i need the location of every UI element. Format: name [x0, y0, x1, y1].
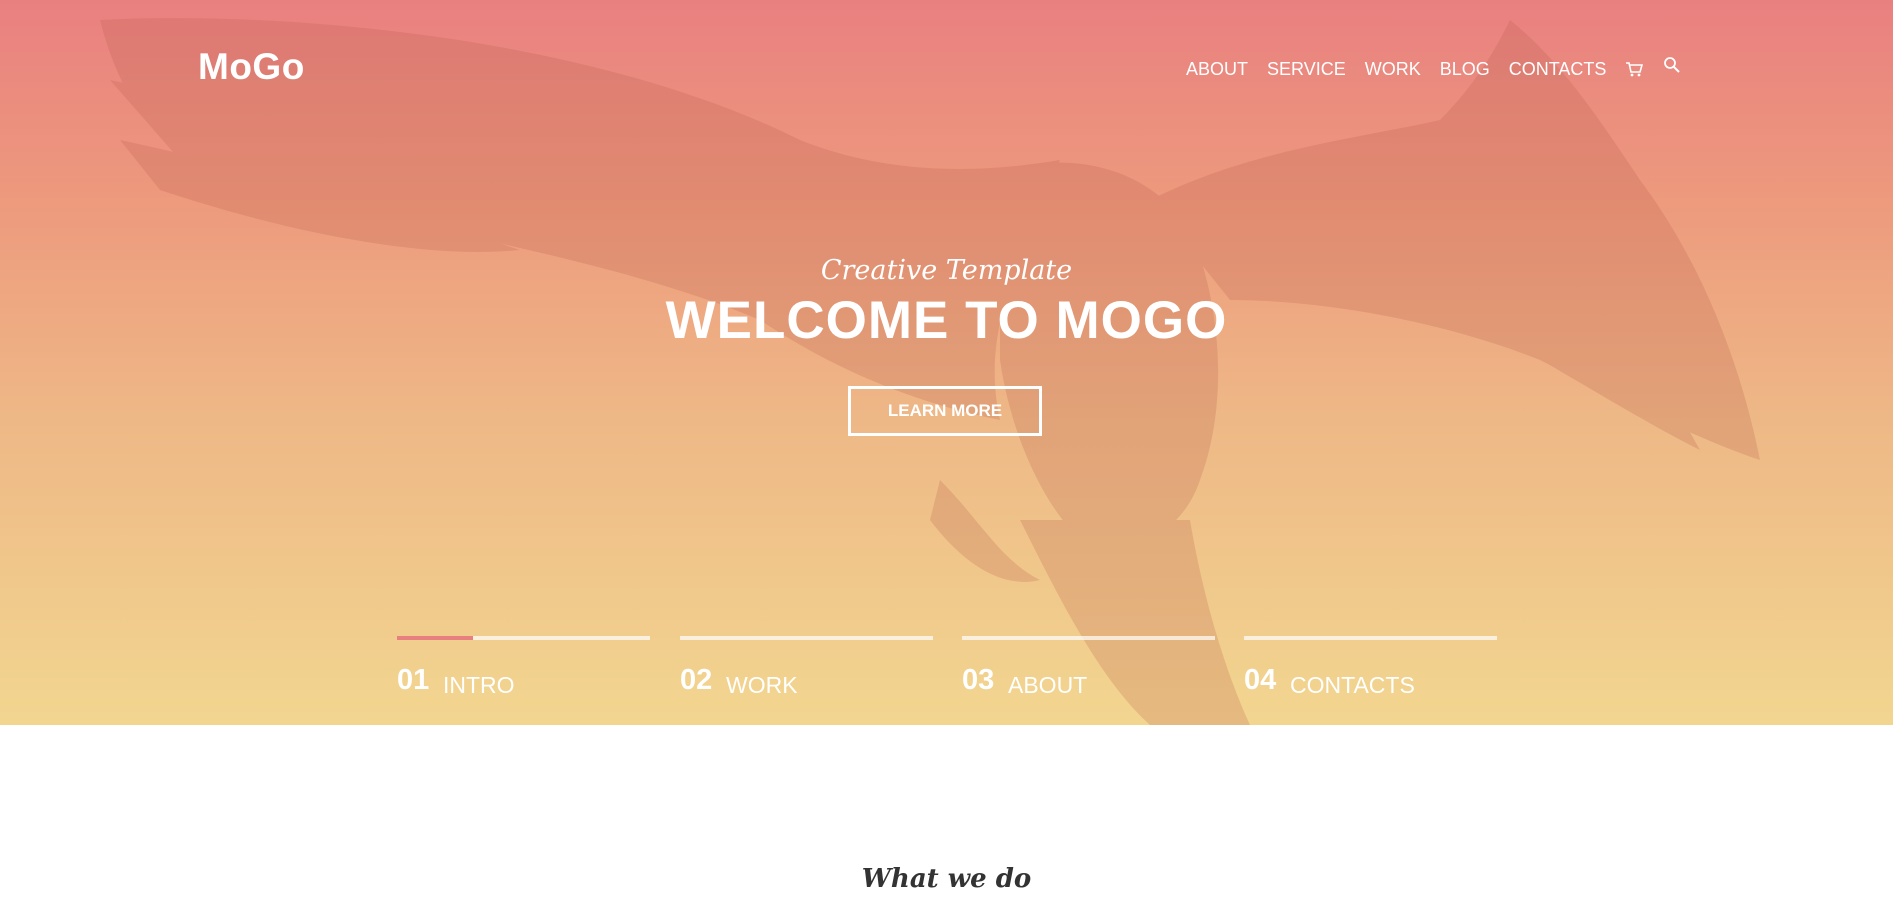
slide-number: 01 [397, 664, 430, 696]
section-heading: What we do [861, 864, 1032, 894]
slide-tab-work[interactable]: 02 WORK [680, 636, 933, 698]
hero-subtitle: Creative Template [820, 255, 1073, 286]
site-logo[interactable]: MoGo [198, 46, 305, 88]
nav-link-service[interactable]: SERVICE [1267, 59, 1346, 80]
slide-tab-intro[interactable]: 01 INTRO [397, 636, 650, 698]
slide-label: WORK [726, 672, 798, 698]
slide-number: 03 [962, 664, 995, 696]
hero-section: MoGo ABOUT SERVICE WORK BLOG CONTACTS Cr… [0, 0, 1893, 725]
slide-progress-fill [397, 636, 473, 640]
nav-link-about[interactable]: ABOUT [1186, 59, 1248, 80]
nav-link-work[interactable]: WORK [1365, 59, 1421, 80]
eagle-background-image [100, 18, 1760, 725]
slide-number: 02 [680, 664, 713, 696]
slide-label: CONTACTS [1290, 672, 1415, 698]
cart-icon[interactable] [1625, 60, 1644, 78]
hero-title: WELCOME TO MOGO [665, 291, 1228, 350]
hero-slider-nav: 01 INTRO 02 WORK 03 ABOUT 04 CONTACTS [397, 636, 1497, 698]
slide-progress-track [1244, 636, 1497, 640]
nav-link-contacts[interactable]: CONTACTS [1509, 59, 1607, 80]
slide-progress-track [962, 636, 1215, 640]
slide-number: 04 [1244, 664, 1277, 696]
slide-label: ABOUT [1008, 672, 1088, 698]
slide-tab-contacts[interactable]: 04 CONTACTS [1244, 636, 1497, 698]
slide-label: INTRO [443, 672, 515, 698]
nav-link-blog[interactable]: BLOG [1440, 59, 1490, 80]
search-icon[interactable] [1663, 56, 1681, 74]
slide-progress-track [397, 636, 650, 640]
slide-tab-about[interactable]: 03 ABOUT [962, 636, 1215, 698]
learn-more-button[interactable]: LEARN MORE [848, 386, 1042, 436]
main-nav: ABOUT SERVICE WORK BLOG CONTACTS [1186, 56, 1893, 82]
slide-progress-track [680, 636, 933, 640]
